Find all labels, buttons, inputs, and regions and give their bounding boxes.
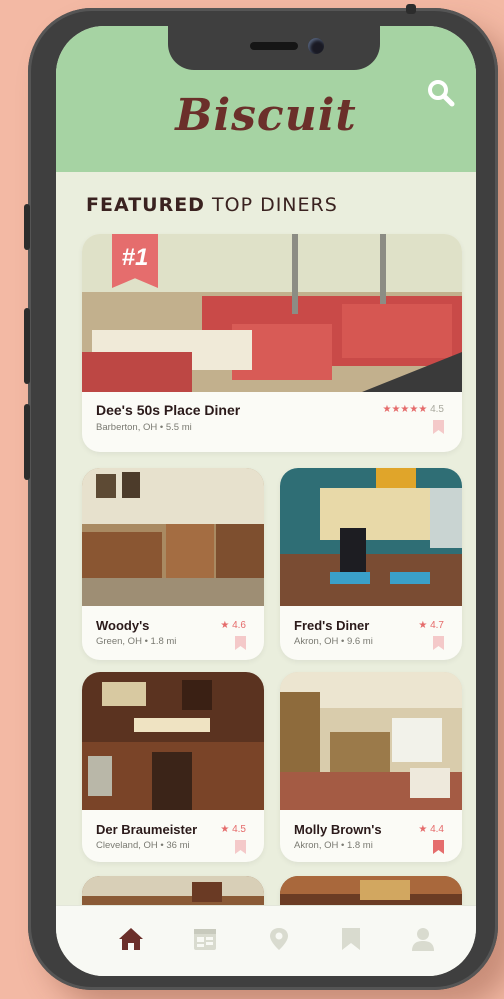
- diner-location: Cleveland, OH • 36 mi: [96, 840, 190, 851]
- front-camera: [308, 38, 324, 54]
- bookmark-icon[interactable]: [433, 840, 444, 854]
- diner-photo: [82, 468, 264, 606]
- brand-logo: Biscuit: [175, 90, 357, 141]
- location-pin-icon[interactable]: [266, 926, 292, 952]
- star-rating: ★★★★★: [382, 404, 428, 415]
- diner-location: Akron, OH • 9.6 mi: [294, 636, 373, 647]
- speaker: [250, 42, 298, 50]
- rating-value: 4.5: [430, 404, 444, 415]
- bookmark-icon[interactable]: [235, 636, 246, 650]
- section-title-rest: TOP DINERS: [212, 194, 338, 216]
- featured-diner-rating: ★★★★★ 4.5: [382, 404, 444, 415]
- diner-rating: ★ 4.5: [220, 824, 246, 835]
- volume-down-button: [24, 404, 30, 480]
- diner-name: Molly Brown's: [294, 822, 382, 837]
- diner-card-molly-browns[interactable]: Molly Brown's Akron, OH • 1.8 mi ★ 4.4: [280, 672, 462, 862]
- section-title-bold: FEATURED: [86, 194, 205, 216]
- phone-notch: [168, 26, 380, 70]
- section-title: FEATURED TOP DINERS: [86, 194, 338, 216]
- calendar-icon[interactable]: [192, 926, 218, 952]
- diner-photo: [280, 672, 462, 810]
- featured-diner-card[interactable]: #1 Dee's 50s Place Diner Barberton, OH •…: [82, 234, 462, 452]
- diner-name: Fred's Diner: [294, 618, 370, 633]
- profile-icon[interactable]: [410, 926, 436, 952]
- featured-diner-location: Barberton, OH • 5.5 mi: [96, 422, 192, 433]
- diner-card-der-braumeister[interactable]: Der Braumeister Cleveland, OH • 36 mi ★ …: [82, 672, 264, 862]
- diner-photo: [82, 672, 264, 810]
- bookmark-icon[interactable]: [338, 926, 364, 952]
- diner-rating: ★ 4.4: [418, 824, 444, 835]
- volume-up-button: [24, 308, 30, 384]
- bookmark-icon[interactable]: [433, 420, 444, 434]
- diner-location: Akron, OH • 1.8 mi: [294, 840, 373, 851]
- diner-rating: ★ 4.6: [220, 620, 246, 631]
- home-icon[interactable]: [118, 926, 144, 952]
- mute-switch: [24, 204, 30, 250]
- diner-name: Der Braumeister: [96, 822, 198, 837]
- bottom-tab-bar: [56, 905, 476, 976]
- bookmark-icon[interactable]: [235, 840, 246, 854]
- diner-card-freds-diner[interactable]: Fred's Diner Akron, OH • 9.6 mi ★ 4.7: [280, 468, 462, 660]
- diner-location: Green, OH • 1.8 mi: [96, 636, 177, 647]
- diner-name: Woody's: [96, 618, 150, 633]
- bookmark-icon[interactable]: [433, 636, 444, 650]
- antenna-band: [406, 4, 416, 14]
- phone-screen: Biscuit FEATURED TOP DINERS #1 Dee's 50s…: [56, 26, 476, 976]
- featured-diner-name: Dee's 50s Place Diner: [96, 402, 241, 418]
- search-icon[interactable]: [426, 78, 456, 108]
- diner-rating: ★ 4.7: [418, 620, 444, 631]
- diner-photo: [280, 468, 462, 606]
- diner-card-woodys[interactable]: Woody's Green, OH • 1.8 mi ★ 4.6: [82, 468, 264, 660]
